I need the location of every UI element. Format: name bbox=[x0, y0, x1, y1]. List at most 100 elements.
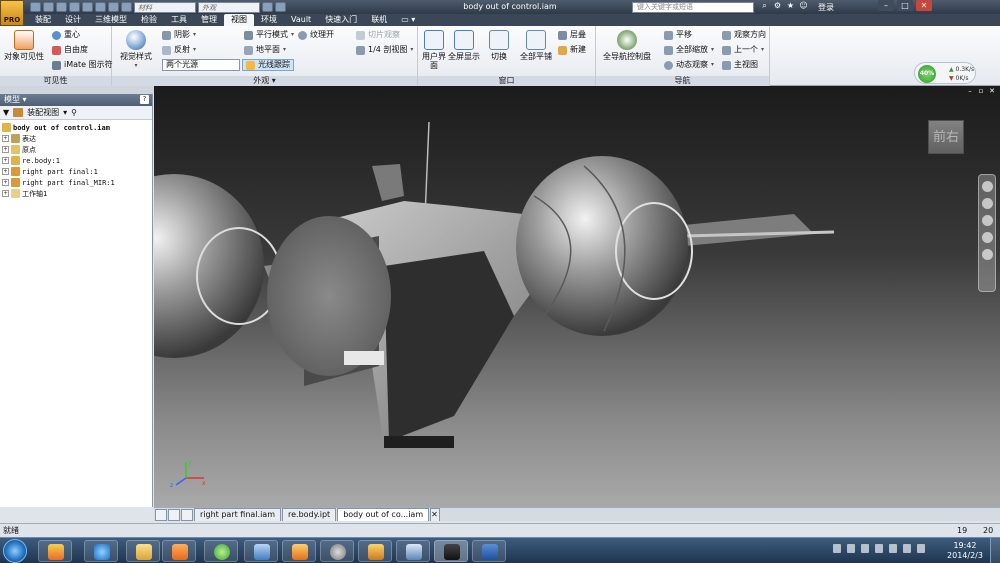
app-logo[interactable]: PRO bbox=[0, 0, 24, 26]
tab-get-started[interactable]: 快速入门 bbox=[318, 14, 364, 26]
binoculars-icon[interactable]: ⌕ bbox=[760, 1, 769, 10]
tab-extra-icon[interactable]: ▭ ▾ bbox=[394, 14, 422, 26]
slice-graphics-button[interactable]: 切片观察 bbox=[356, 30, 400, 40]
home-view-button[interactable]: 主视图 bbox=[722, 60, 758, 70]
expand-icon[interactable]: + bbox=[2, 168, 9, 175]
maximize-button[interactable]: □ bbox=[897, 0, 913, 11]
chevron-down-icon[interactable]: ▾ bbox=[63, 108, 67, 117]
dof-button[interactable]: 自由度 bbox=[52, 45, 88, 55]
tab-design[interactable]: 设计 bbox=[58, 14, 88, 26]
shadows-button[interactable]: 阴影 ▾ bbox=[162, 30, 196, 40]
user-interface-button[interactable]: 用户界面 bbox=[420, 30, 448, 70]
select-icon[interactable] bbox=[121, 2, 132, 12]
orbit-icon[interactable] bbox=[981, 232, 993, 243]
assembly-view-select[interactable]: 装配视图 bbox=[27, 107, 59, 118]
browser-title[interactable]: 模型 bbox=[4, 95, 20, 104]
taskbar-app-feather[interactable] bbox=[282, 540, 316, 562]
taskbar-app-inventor[interactable] bbox=[434, 540, 468, 562]
show-desktop-button[interactable] bbox=[990, 538, 1000, 563]
tab-assemble[interactable]: 装配 bbox=[28, 14, 58, 26]
previous-view-button[interactable]: 上一个 ▾ bbox=[722, 45, 764, 55]
tree-node-right-part-final[interactable]: + right part final:1 bbox=[2, 166, 152, 177]
taskbar-app-explorer-colors[interactable] bbox=[38, 540, 72, 562]
tree-node-representations[interactable]: + 表达 bbox=[2, 133, 152, 144]
tab-vault[interactable]: Vault bbox=[284, 14, 318, 26]
switch-window-button[interactable]: 切换 bbox=[486, 30, 512, 61]
tab-3d-model[interactable]: 三维模型 bbox=[88, 14, 134, 26]
home-icon[interactable] bbox=[95, 2, 106, 12]
close-button[interactable]: ✕ bbox=[916, 0, 932, 11]
browser-help-button[interactable]: ? bbox=[140, 95, 149, 104]
help-search-input[interactable]: 键入关键字或短语 bbox=[632, 2, 754, 13]
tree-node-right-part-final-mir[interactable]: + right part final_MIR:1 bbox=[2, 177, 152, 188]
new-window-button[interactable]: 新建 bbox=[558, 45, 586, 55]
tree-node-root[interactable]: body out of control.iam bbox=[2, 122, 152, 133]
taskbar-app-media[interactable] bbox=[162, 540, 196, 562]
doc-tab-body-out-of-control[interactable]: body out of co...iam bbox=[337, 508, 430, 521]
object-visibility-button[interactable]: 对象可见性 bbox=[4, 30, 44, 61]
taskbar-app-ie[interactable] bbox=[84, 540, 118, 562]
minimize-viewport-button[interactable]: – bbox=[966, 88, 974, 95]
taskbar-clock[interactable]: 19:42 2014/2/3 bbox=[945, 541, 985, 561]
restore-viewport-button[interactable]: ▫ bbox=[977, 88, 985, 95]
fullscreen-button[interactable]: 全屏显示 bbox=[448, 30, 480, 61]
quarter-section-button[interactable]: 1/4 剖视图 ▾ bbox=[356, 45, 413, 55]
material-select[interactable]: 材料 bbox=[134, 1, 196, 13]
new-icon[interactable] bbox=[30, 2, 41, 12]
close-viewport-button[interactable]: ✕ bbox=[988, 88, 996, 95]
expand-icon[interactable]: + bbox=[2, 179, 9, 186]
expand-icon[interactable]: + bbox=[2, 157, 9, 164]
tab-online[interactable]: 联机 bbox=[364, 14, 394, 26]
expand-icon[interactable]: + bbox=[2, 190, 9, 197]
login-link[interactable]: 登录 bbox=[818, 2, 834, 13]
lighting-style-select[interactable]: 两个光源 bbox=[162, 59, 240, 71]
redo-icon[interactable] bbox=[82, 2, 93, 12]
network-icon[interactable] bbox=[875, 544, 883, 553]
tray-icon[interactable] bbox=[917, 544, 925, 553]
parallel-mode-button[interactable]: 平行模式 ▾ bbox=[244, 30, 294, 40]
tab-environments[interactable]: 环境 bbox=[254, 14, 284, 26]
taskbar-app-word[interactable] bbox=[472, 540, 506, 562]
look-at-icon[interactable] bbox=[981, 249, 993, 260]
ground-plane-button[interactable]: 地平面 ▾ bbox=[244, 45, 286, 55]
tree-node-origin[interactable]: + 原点 bbox=[2, 144, 152, 155]
tab-list-button[interactable] bbox=[168, 509, 180, 521]
doc-tab-right-part-final[interactable]: right part final.iam bbox=[194, 508, 281, 521]
undo-icon[interactable] bbox=[69, 2, 80, 12]
measure-icon[interactable] bbox=[262, 2, 273, 12]
center-of-gravity-button[interactable]: 重心 bbox=[52, 30, 80, 40]
tab-manage[interactable]: 管理 bbox=[194, 14, 224, 26]
appearance-select[interactable]: 外观 bbox=[198, 1, 260, 13]
tray-icon[interactable] bbox=[833, 544, 841, 553]
taskbar-app-game[interactable] bbox=[358, 540, 392, 562]
taskbar-app-film[interactable] bbox=[320, 540, 354, 562]
tab-inspect[interactable]: 检验 bbox=[134, 14, 164, 26]
close-tab-icon[interactable]: ✕ bbox=[430, 508, 441, 521]
chevron-down-icon[interactable]: ▾ bbox=[23, 95, 27, 104]
tray-icon[interactable] bbox=[847, 544, 855, 553]
taskbar-app-plane[interactable] bbox=[244, 540, 278, 562]
cascade-button[interactable]: 层叠 bbox=[558, 30, 586, 40]
tab-view[interactable]: 视图 bbox=[224, 14, 254, 26]
ray-tracing-button[interactable]: 光线跟踪 bbox=[242, 59, 294, 71]
graphics-viewport[interactable]: – ▫ ✕ 前右 x y z bbox=[154, 86, 1000, 507]
filter-icon[interactable]: ▼ bbox=[3, 108, 9, 117]
visual-style-button[interactable]: 视觉样式 ▾ bbox=[118, 30, 154, 70]
look-at-button[interactable]: 观察方向 bbox=[722, 30, 766, 40]
viewcube[interactable]: 前右 bbox=[928, 120, 964, 154]
tree-node-work-axis[interactable]: + 工作轴1 bbox=[2, 188, 152, 199]
reflection-button[interactable]: 反射 ▾ bbox=[162, 45, 196, 55]
open-icon[interactable] bbox=[43, 2, 54, 12]
expand-icon[interactable]: + bbox=[2, 135, 9, 142]
user-icon[interactable]: ☺ bbox=[799, 1, 808, 10]
add-icon[interactable] bbox=[275, 2, 286, 12]
doc-tab-re-body[interactable]: re.body.ipt bbox=[281, 508, 337, 521]
pan-hand-icon[interactable] bbox=[981, 198, 993, 209]
imate-glyph-button[interactable]: iMate 图示符 bbox=[52, 60, 113, 70]
flag-icon[interactable] bbox=[861, 544, 869, 553]
expand-icon[interactable]: + bbox=[2, 146, 9, 153]
tile-tabs-button[interactable] bbox=[155, 509, 167, 521]
taskbar-app-folder[interactable] bbox=[126, 540, 160, 562]
tile-all-button[interactable]: 全部平铺 bbox=[516, 30, 556, 61]
binoculars-icon[interactable]: ⚲ bbox=[71, 108, 77, 117]
